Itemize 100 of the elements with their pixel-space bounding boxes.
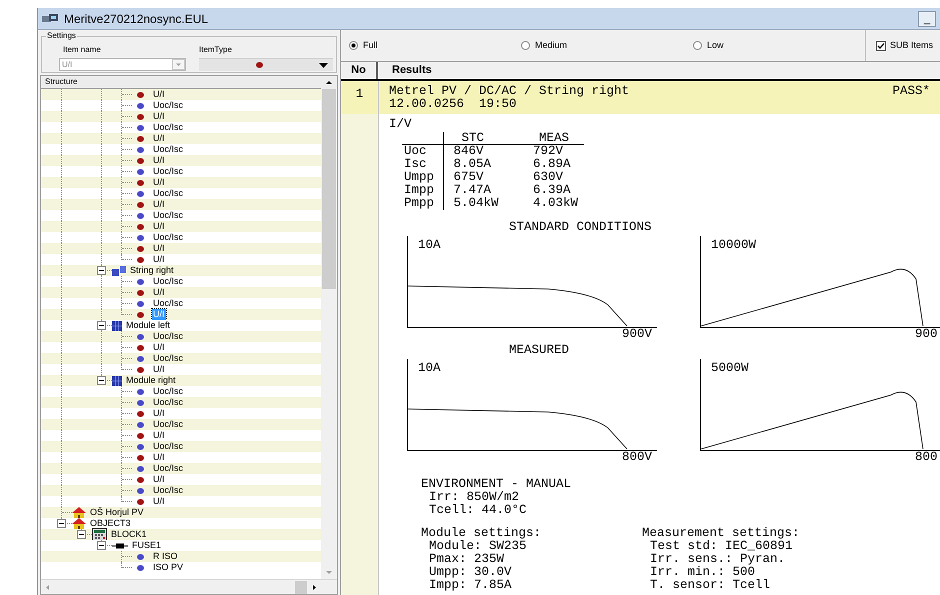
environment-title: ENVIRONMENT - MANUAL (421, 478, 572, 491)
environment-value: Tcell: 44.0°C (428, 504, 528, 517)
collapse-icon[interactable] (57, 519, 66, 528)
table-cell: Isc (402, 158, 443, 171)
tree-item[interactable]: Uoc/Isc (152, 166, 184, 177)
section-title: I/V (389, 118, 413, 131)
tree-item[interactable]: U/I (152, 243, 166, 254)
tree-item[interactable]: Uoc/Isc (152, 100, 184, 111)
sub-items-checkbox[interactable]: SUB Items (876, 38, 934, 52)
settings-value: Pmax: 235W (428, 553, 506, 566)
settings-value: Umpp: 30.0V (428, 566, 513, 579)
radio-option[interactable]: Low (693, 38, 865, 52)
tree-item[interactable]: Uoc/Isc (152, 441, 184, 452)
tree-item[interactable]: FUSE1 (131, 540, 162, 551)
house-icon (72, 518, 86, 530)
checkbox-checked-icon[interactable] (876, 40, 886, 50)
table-cell-text: 6.39A (532, 184, 572, 197)
result-header[interactable]: 1 Metrel PV / DC/AC / String right PASS* 12.00.0256 19:50 (341, 81, 940, 114)
table-cell: Impp (402, 184, 443, 197)
tree-item[interactable]: BLOCK1 (110, 529, 148, 540)
tree-item[interactable]: OŠ Horjul PV (89, 507, 145, 518)
tree-item[interactable]: Uoc/Isc (152, 188, 184, 199)
radio-icon[interactable] (521, 41, 530, 50)
vertical-scrollbar[interactable] (321, 89, 337, 579)
collapse-icon[interactable] (97, 321, 106, 330)
tree-item[interactable]: U/I (152, 199, 166, 210)
horizontal-scrollbar[interactable] (41, 579, 337, 594)
tree-item[interactable]: ISO PV (152, 562, 184, 573)
settings-value: Irr. sens.: Pyran. (649, 553, 786, 566)
table-cell: 846V (443, 144, 523, 158)
tree-item[interactable]: U/I (152, 89, 166, 100)
tree-item[interactable]: Uoc/Isc (152, 485, 184, 496)
tree-item[interactable]: Uoc/Isc (152, 210, 184, 221)
tree-item[interactable]: U/I (152, 111, 166, 122)
item-type-dropdown[interactable] (199, 58, 333, 71)
axis-label: 900 (915, 327, 938, 341)
tree-item[interactable]: U/I (152, 408, 166, 419)
tree-item[interactable]: U/I (152, 287, 166, 298)
result-title: Metrel PV / DC/AC / String right (389, 85, 630, 98)
tree-item[interactable]: U/I (152, 430, 166, 441)
table-cell: 7.47A (443, 184, 523, 197)
tree-item[interactable]: R ISO (152, 551, 179, 562)
tree-item[interactable]: Uoc/Isc (152, 331, 184, 342)
table-cell: 792V (523, 144, 584, 158)
table-cell-text: 6.89A (532, 158, 572, 171)
tree-item[interactable]: Module left (125, 320, 172, 331)
house-icon (72, 506, 86, 518)
radio-option[interactable]: Medium (521, 38, 693, 52)
tree-item[interactable]: Uoc/Isc (152, 276, 184, 287)
tree-item[interactable]: U/I (152, 254, 166, 265)
scroll-thumb[interactable] (295, 580, 307, 594)
panel-board-icon (92, 528, 107, 541)
minimize-button[interactable]: _ (918, 10, 936, 26)
collapse-icon[interactable] (97, 376, 106, 385)
tree-item[interactable]: U/I (152, 496, 166, 507)
fuse-icon (112, 542, 128, 548)
settings-value: Impp: 7.85A (428, 579, 513, 592)
tree-item[interactable]: Uoc/Isc (152, 122, 184, 133)
settings-title: Measurement settings: (642, 527, 801, 540)
tree-item[interactable]: U/I (152, 133, 166, 144)
tree-item[interactable]: Uoc/Isc (152, 463, 184, 474)
axis-label: 800 (915, 450, 938, 464)
tree-item[interactable]: U/I (152, 474, 166, 485)
tree-item[interactable]: Uoc/Isc (152, 144, 184, 155)
tree-item[interactable]: Module right (125, 375, 177, 386)
environment-value: Irr: 850W/m2 (428, 491, 520, 504)
table-cell: 8.05A (443, 158, 523, 171)
table-cell: 675V (443, 171, 523, 184)
field-label: ItemType (199, 45, 233, 55)
caret-icon (319, 62, 328, 68)
collapse-icon[interactable] (97, 541, 106, 550)
result-date: 12.00.0256 19:50 (389, 98, 518, 111)
tree-item[interactable]: Uoc/Isc (152, 353, 184, 364)
result-status: PASS* (892, 85, 930, 98)
radio-option[interactable]: Full (349, 38, 521, 52)
scroll-thumb[interactable] (322, 89, 336, 289)
radio-icon[interactable] (693, 41, 702, 50)
scroll-up-icon[interactable] (321, 76, 337, 89)
table-cell-text: 4.03kW (532, 197, 580, 210)
radio-checked-icon[interactable] (349, 41, 358, 50)
collapse-icon[interactable] (77, 530, 86, 539)
panels-icon (112, 266, 126, 276)
tree-item[interactable]: Uoc/Isc (152, 232, 184, 243)
tree-item[interactable]: OBJECT3 (89, 518, 132, 529)
settings-title: Module settings: (421, 527, 542, 540)
tree-item[interactable]: U/I (152, 452, 166, 463)
tree-item[interactable]: Uoc/Isc (152, 386, 184, 397)
tree-item[interactable]: String right (129, 265, 175, 276)
tree-item[interactable]: Uoc/Isc (152, 298, 184, 309)
settings-value: T. sensor: Tcell (649, 579, 772, 592)
table-cell: Pmpp (402, 197, 443, 210)
tree-item[interactable]: U/I (152, 342, 166, 353)
tree-item[interactable]: U/I (152, 364, 166, 375)
column-header: STC (443, 132, 523, 144)
collapse-icon[interactable] (97, 266, 106, 275)
tree-item[interactable]: Uoc/Isc (152, 419, 184, 430)
tree-item[interactable]: U/I (152, 177, 166, 188)
tree-item[interactable]: U/I (152, 155, 166, 166)
tree-item[interactable]: U/I (152, 221, 166, 232)
tree-item[interactable]: Uoc/Isc (152, 397, 184, 408)
